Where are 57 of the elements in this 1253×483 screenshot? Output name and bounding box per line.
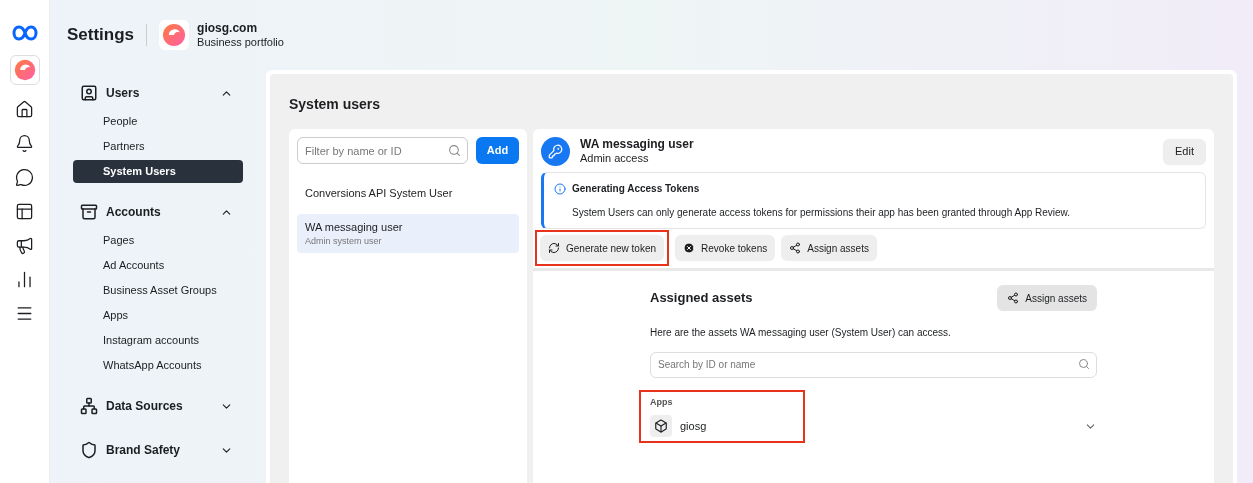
portfolio-name: giosg.com <box>197 20 259 36</box>
search-icon <box>1078 358 1090 370</box>
page-heading: Settings <box>67 24 135 47</box>
menu-icon[interactable] <box>15 304 34 323</box>
portfolio-type: Business portfolio <box>197 35 284 50</box>
nodes-icon <box>1007 292 1020 304</box>
pages-icon[interactable] <box>15 202 34 221</box>
assets-heading: Assigned assets <box>650 289 753 308</box>
sidebar-item[interactable]: Partners <box>73 135 243 158</box>
refresh-icon <box>548 242 560 254</box>
search-icon <box>448 144 461 157</box>
sidebar-item[interactable]: WhatsApp Accounts <box>73 354 243 377</box>
infinity-logo-icon[interactable] <box>11 25 38 41</box>
add-button[interactable]: Add <box>476 137 519 164</box>
chat-icon[interactable] <box>15 168 34 187</box>
key-icon <box>548 144 563 159</box>
archive-icon <box>80 203 98 221</box>
home-icon[interactable] <box>15 100 34 119</box>
id-card-icon <box>80 84 98 102</box>
user-list-item[interactable]: Conversions API System User <box>297 178 519 208</box>
section-title: System users <box>289 95 382 114</box>
close-icon <box>683 242 696 254</box>
sidebar-item[interactable]: System Users <box>73 160 243 183</box>
user-name: WA messaging user <box>580 137 695 153</box>
portfolio-logo <box>12 58 37 82</box>
app-name: giosg <box>680 418 707 434</box>
sidebar-item[interactable]: Apps <box>73 304 243 327</box>
notice-text: System Users can only generate access tokens for permissions their app has been granted through App Review. <box>571 206 1072 220</box>
filter-field[interactable]: Filter by name or ID <box>297 137 468 164</box>
sidebar-section-header[interactable]: Data Sources <box>73 391 243 421</box>
notice-title: Generating Access Tokens <box>572 182 700 196</box>
asset-search-field[interactable]: Search by ID or name <box>650 351 1097 378</box>
sidebar-section-header[interactable]: Accounts <box>73 197 243 227</box>
action-button[interactable]: Generate new token <box>540 235 665 261</box>
bell-icon[interactable] <box>15 134 34 153</box>
nodes-icon <box>789 242 802 254</box>
access-level: Admin access <box>580 152 650 166</box>
action-button[interactable]: Revoke tokens <box>675 235 776 261</box>
sidebar-item[interactable]: Business Asset Groups <box>73 279 243 302</box>
sidebar-item[interactable]: Instagram accounts <box>73 329 243 352</box>
megaphone-icon[interactable] <box>15 236 34 255</box>
user-list-item[interactable]: WA messaging user Admin system user <box>297 214 519 253</box>
shield-icon <box>80 441 98 459</box>
edit-button[interactable]: Edit <box>1163 138 1206 165</box>
info-icon <box>554 182 566 195</box>
sidebar-item[interactable]: Pages <box>73 229 243 252</box>
sidebar-section-header[interactable]: Brand Safety <box>73 435 243 465</box>
network-icon <box>80 397 98 415</box>
action-button[interactable]: Assign assets <box>781 235 877 261</box>
portfolio-avatar[interactable] <box>9 55 40 85</box>
chart-icon[interactable] <box>15 270 34 289</box>
group-label: Apps <box>650 395 674 409</box>
sidebar-section-header[interactable]: Users <box>73 78 243 108</box>
assign-assets-button[interactable]: Assign assets <box>997 285 1097 311</box>
sidebar-item[interactable]: Ad Accounts <box>73 254 243 277</box>
assets-description: Here are the assets WA messaging user (System User) can access. <box>650 326 952 340</box>
sidebar-item[interactable]: People <box>73 110 243 133</box>
